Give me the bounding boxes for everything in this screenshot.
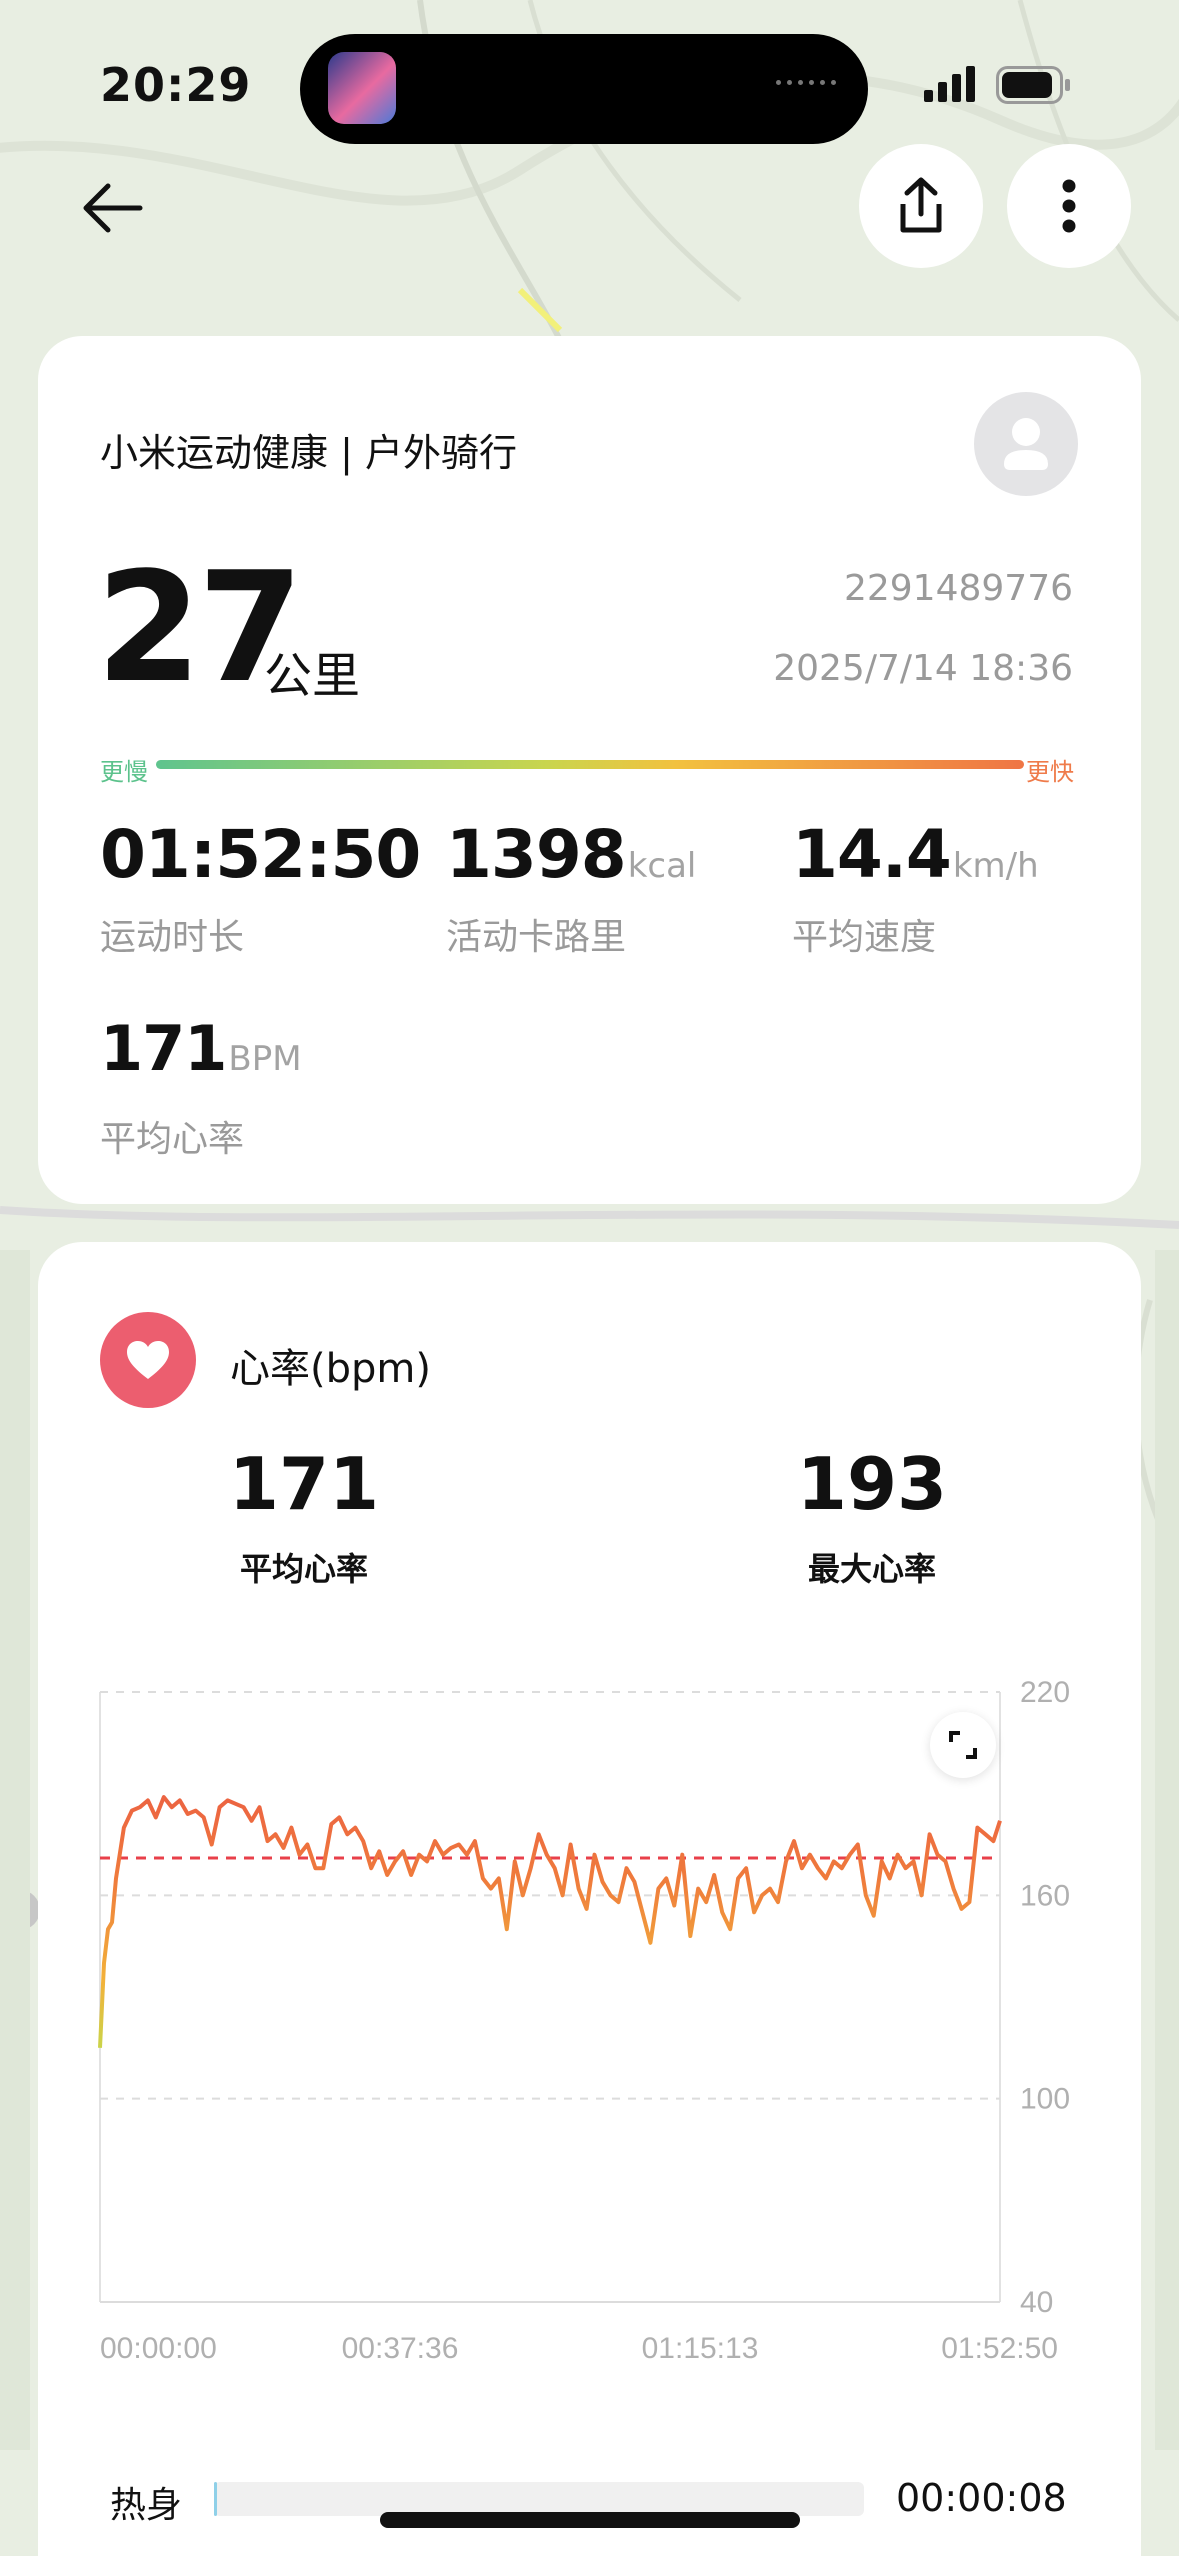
- distance-unit: 公里: [264, 648, 361, 704]
- cellular-signal-icon: [924, 66, 975, 102]
- y-tick-label: 40: [1020, 2286, 1053, 2319]
- stat-avg-speed: 14.4km/h 平均速度: [792, 816, 1039, 958]
- share-icon: [900, 177, 942, 233]
- user-icon: [1004, 418, 1048, 470]
- heart-rate-badge: [100, 1312, 196, 1408]
- x-tick-label: 01:52:50: [941, 2332, 1058, 2365]
- stat-unit: BPM: [228, 1039, 302, 1079]
- heart-rate-series-line: [98, 1795, 1002, 2048]
- more-options-button[interactable]: [1007, 144, 1131, 268]
- stat-value: 1398: [446, 816, 627, 893]
- stat-label: 平均心率: [100, 1119, 245, 1160]
- expand-chart-button[interactable]: [930, 1712, 996, 1778]
- zone-time: 00:00:08: [896, 2476, 1067, 2520]
- stat-value: 14.4: [792, 816, 952, 893]
- y-tick-label: 160: [1020, 1879, 1070, 1912]
- home-indicator[interactable]: [380, 2512, 800, 2528]
- zone-progress-fill: [214, 2482, 217, 2516]
- stat-value: 171: [100, 1012, 227, 1085]
- stat-avg-heart-rate: 171BPM 平均心率: [100, 1012, 302, 1160]
- stat-duration: 01:52:50 运动时长: [100, 816, 422, 958]
- avg-heart-rate-label: 平均心率: [239, 1550, 368, 1588]
- battery-icon: [996, 66, 1070, 104]
- heart-rate-title: 心率(bpm): [230, 1346, 431, 1392]
- user-avatar[interactable]: [974, 392, 1078, 496]
- heart-rate-chart[interactable]: 220 160 100 40 00:00:00 00:37:36 01:15:13 01:5…: [90, 1670, 1110, 2390]
- more-vertical-icon: [1062, 179, 1076, 233]
- record-date: 2025/7/14 18:36: [773, 648, 1073, 689]
- zone-label: 热身: [110, 2485, 183, 2526]
- stat-value: 01:52:50: [100, 816, 421, 893]
- stat-unit: km/h: [952, 846, 1039, 886]
- live-activity-thumbnail[interactable]: [328, 52, 396, 124]
- stat-label: 平均速度: [792, 917, 937, 958]
- record-id: 2291489776: [843, 568, 1073, 609]
- status-time: 20:29: [100, 58, 252, 112]
- stat-label: 运动时长: [100, 917, 245, 958]
- share-button[interactable]: [859, 144, 983, 268]
- stat-label: 活动卡路里: [446, 917, 627, 958]
- island-indicator: [776, 80, 836, 88]
- y-tick-label: 100: [1020, 2083, 1070, 2116]
- x-tick-label: 00:00:00: [100, 2332, 217, 2365]
- x-axis-ticks: 00:00:00 00:37:36 01:15:13 01:52:50: [100, 2332, 1058, 2365]
- x-tick-label: 01:15:13: [642, 2332, 759, 2365]
- y-tick-label: 220: [1020, 1676, 1070, 1709]
- stat-unit: kcal: [627, 846, 697, 886]
- avg-heart-rate-value: 171: [228, 1442, 380, 1526]
- expand-icon: [949, 1731, 977, 1759]
- speed-scale-slow-label: 更慢: [100, 758, 148, 786]
- max-heart-rate-value: 193: [796, 1442, 948, 1526]
- speed-gradient-bar: [156, 760, 1024, 769]
- y-axis-ticks: 220 160 100 40: [1020, 1676, 1070, 2319]
- x-tick-label: 00:37:36: [342, 2332, 459, 2365]
- heart-icon: [127, 1341, 169, 1379]
- speed-scale-fast-label: 更快: [1026, 758, 1074, 786]
- chart-grid: [99, 1691, 1001, 2303]
- zone-progress-bar: [214, 2482, 864, 2516]
- stat-calories: 1398kcal 活动卡路里: [446, 816, 697, 958]
- back-arrow-icon[interactable]: [80, 180, 144, 236]
- max-heart-rate-label: 最大心率: [807, 1550, 936, 1588]
- workout-source-title: 小米运动健康 | 户外骑行: [100, 431, 517, 475]
